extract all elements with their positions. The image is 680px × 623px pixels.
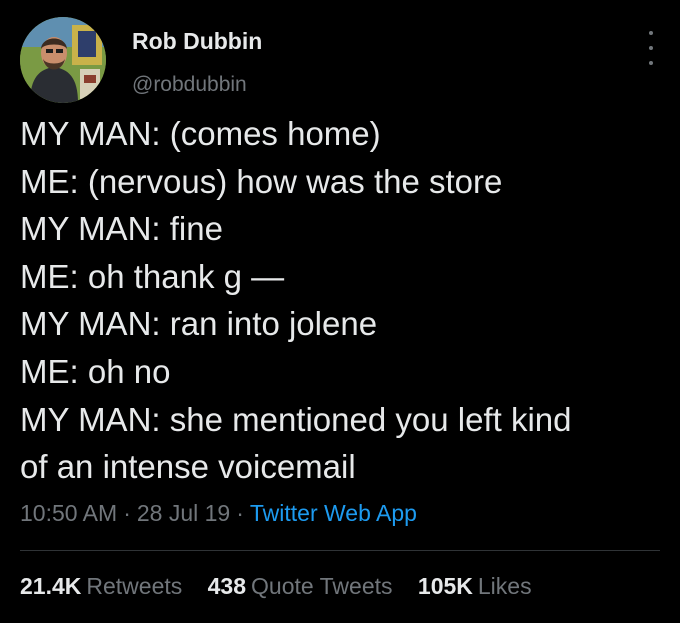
author-handle[interactable]: @robdubbin (132, 73, 247, 97)
tweet-line: MY MAN: fine (20, 210, 223, 248)
tweet-line: of an intense voicemail (20, 448, 356, 486)
retweets-stat[interactable]: 21.4K Retweets (20, 573, 182, 600)
avatar[interactable] (20, 17, 106, 103)
likes-stat[interactable]: 105K Likes (418, 573, 532, 600)
tweet-source-link[interactable]: Twitter Web App (250, 500, 417, 526)
quote-tweets-label: Quote Tweets (251, 573, 393, 599)
retweets-count: 21.4K (20, 573, 82, 599)
tweet-line: ME: oh thank g — (20, 257, 285, 295)
quote-tweets-count: 438 (207, 573, 247, 599)
tweet-line: ME: (nervous) how was the store (20, 162, 503, 200)
quote-tweets-stat[interactable]: 438 Quote Tweets (208, 573, 393, 600)
tweet-line: MY MAN: (comes home) (20, 115, 381, 152)
tweet-time[interactable]: 10:50 AM (20, 500, 117, 526)
tweet-stats: 21.4K Retweets 438 Quote Tweets 105K Likes (20, 573, 551, 600)
tweet-header: Rob Dubbin @robdubbin (20, 17, 660, 107)
retweets-label: Retweets (86, 573, 183, 599)
tweet-line: ME: oh no (20, 352, 171, 390)
likes-count: 105K (417, 573, 473, 599)
more-options-icon[interactable] (646, 31, 656, 65)
tweet-text: MY MAN: (comes home) ME: (nervous) how w… (20, 110, 665, 491)
tweet-meta: 10:50 AM · 28 Jul 19 · Twitter Web App (20, 500, 417, 527)
author-name[interactable]: Rob Dubbin (132, 28, 262, 55)
painted-portrait-avatar-icon (20, 17, 106, 103)
more-dot (649, 31, 653, 35)
likes-label: Likes (477, 573, 532, 599)
tweet-card: Rob Dubbin @robdubbin MY MAN: (comes hom… (0, 0, 680, 623)
more-dot (649, 61, 653, 65)
tweet-line: MY MAN: ran into jolene (20, 305, 378, 343)
meta-separator: · (236, 500, 244, 526)
more-dot (649, 46, 653, 50)
divider (20, 550, 660, 551)
meta-separator: · (123, 500, 131, 526)
tweet-date[interactable]: 28 Jul 19 (137, 500, 230, 526)
tweet-line: MY MAN: she mentioned you left kind (20, 400, 572, 438)
